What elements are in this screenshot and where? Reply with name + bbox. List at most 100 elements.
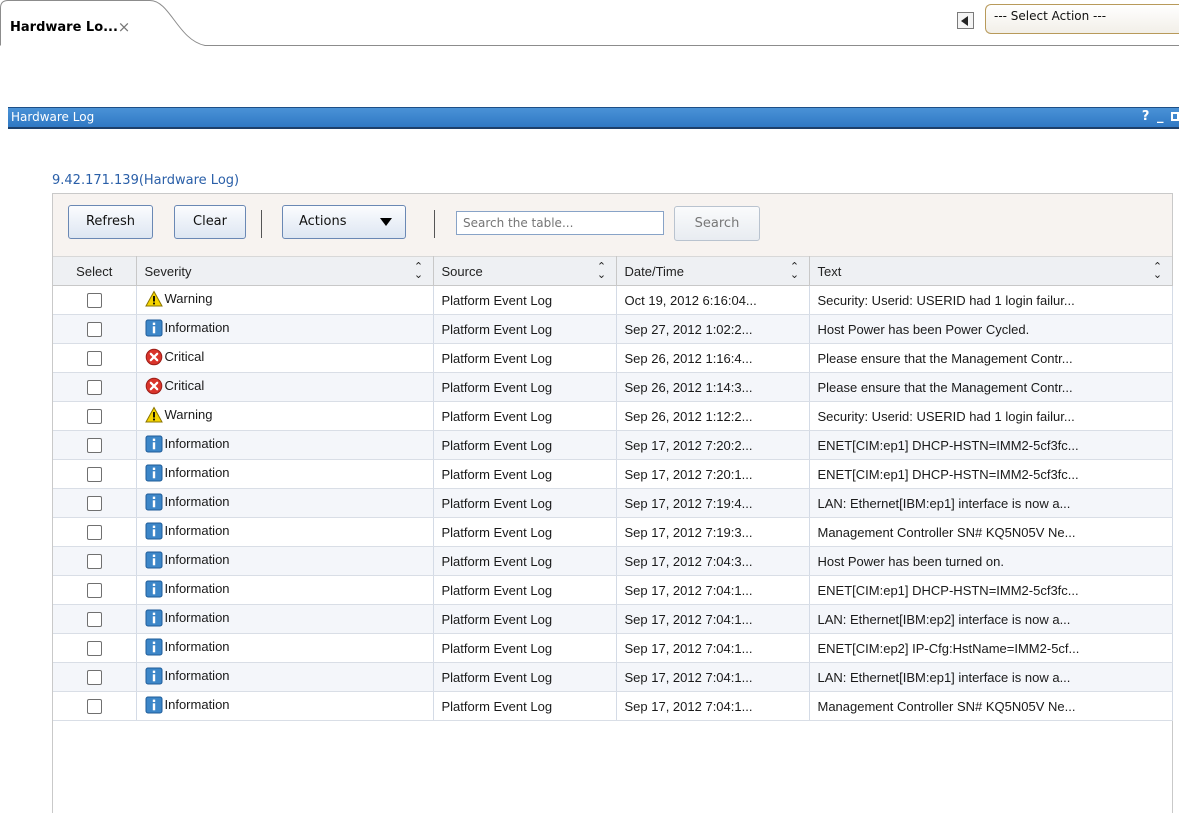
sort-icon[interactable]: ⌃ ⌄ <box>1153 262 1163 281</box>
datetime-cell: Sep 17, 2012 7:04:3... <box>616 546 810 576</box>
table-row[interactable]: Warning Platform Event Log Oct 19, 2012 6:… <box>53 285 1173 315</box>
select-action-dropdown[interactable]: --- Select Action --- <box>985 4 1179 34</box>
row-checkbox[interactable] <box>86 525 102 541</box>
row-checkbox[interactable] <box>86 612 102 628</box>
column-header-datetime[interactable]: Date/Time ⌃ ⌄ <box>616 256 810 286</box>
table-row[interactable]: Information Platform Event Log Sep 17, 201… <box>53 633 1173 663</box>
table-row[interactable]: Information Platform Event Log Sep 17, 201… <box>53 604 1173 634</box>
row-checkbox[interactable] <box>86 322 102 338</box>
table-row[interactable]: Information Platform Event Log Sep 27, 201… <box>53 314 1173 344</box>
source-cell: Platform Event Log <box>433 488 617 518</box>
information-icon <box>145 638 162 655</box>
select-cell <box>53 343 137 373</box>
severity-label: Information <box>164 523 230 538</box>
row-checkbox[interactable] <box>86 293 102 309</box>
table-row[interactable]: Information Platform Event Log Sep 17, 201… <box>53 575 1173 605</box>
text-cell: ENET[CIM:ep1] DHCP-HSTN=IMM2-5cf3fc... <box>809 459 1173 489</box>
select-cell <box>53 633 137 663</box>
portlet-controls: ? _ <box>1139 109 1179 124</box>
clear-button[interactable]: Clear <box>174 205 246 239</box>
table-row[interactable]: Information Platform Event Log Sep 17, 201… <box>53 459 1173 489</box>
portlet-title: Hardware Log <box>11 110 95 124</box>
severity-cell: Information <box>136 430 434 460</box>
information-icon <box>145 493 162 510</box>
sort-icon[interactable]: ⌃ ⌄ <box>414 262 424 281</box>
severity-label: Information <box>164 610 230 625</box>
source-cell: Platform Event Log <box>433 633 617 663</box>
table-row[interactable]: Information Platform Event Log Sep 17, 201… <box>53 546 1173 576</box>
row-checkbox[interactable] <box>86 699 102 715</box>
severity-label: Warning <box>164 291 213 306</box>
severity-cell: Information <box>136 546 434 576</box>
refresh-button[interactable]: Refresh <box>68 205 153 239</box>
row-checkbox[interactable] <box>86 409 102 425</box>
column-header-severity[interactable]: Severity ⌃ ⌄ <box>136 256 434 286</box>
severity-cell: Information <box>136 633 434 663</box>
severity-cell: Information <box>136 575 434 605</box>
table-header-row: Select Severity ⌃ ⌄ Source ⌃ ⌄ Date/Time ⌃ ⌄ T… <box>53 256 1173 286</box>
datetime-cell: Sep 17, 2012 7:04:1... <box>616 633 810 663</box>
row-checkbox[interactable] <box>86 438 102 454</box>
row-checkbox[interactable] <box>86 583 102 599</box>
sort-icon[interactable]: ⌃ ⌄ <box>597 262 607 281</box>
row-checkbox[interactable] <box>86 496 102 512</box>
datetime-cell: Sep 17, 2012 7:04:1... <box>616 575 810 605</box>
table-row[interactable]: Information Platform Event Log Sep 17, 201… <box>53 488 1173 518</box>
table-row[interactable]: Information Platform Event Log Sep 17, 201… <box>53 662 1173 692</box>
search-input[interactable] <box>456 211 664 235</box>
select-cell <box>53 691 137 721</box>
row-checkbox[interactable] <box>86 670 102 686</box>
table-row[interactable]: Information Platform Event Log Sep 17, 201… <box>53 430 1173 460</box>
column-header-source[interactable]: Source ⌃ ⌄ <box>433 256 617 286</box>
severity-label: Information <box>164 697 230 712</box>
close-icon[interactable]: × <box>117 20 131 35</box>
row-checkbox[interactable] <box>86 641 102 657</box>
table-row[interactable]: Warning Platform Event Log Sep 26, 2012 1:… <box>53 401 1173 431</box>
row-checkbox[interactable] <box>86 554 102 570</box>
severity-label: Information <box>164 436 230 451</box>
text-cell: ENET[CIM:ep1] DHCP-HSTN=IMM2-5cf3fc... <box>809 575 1173 605</box>
source-cell: Platform Event Log <box>433 546 617 576</box>
information-icon <box>145 667 162 684</box>
information-icon <box>145 435 162 452</box>
datetime-cell: Sep 17, 2012 7:19:3... <box>616 517 810 547</box>
severity-cell: Information <box>136 662 434 692</box>
toolbar-divider <box>261 210 262 238</box>
minimize-icon[interactable]: _ <box>1157 109 1164 124</box>
source-cell: Platform Event Log <box>433 459 617 489</box>
row-checkbox[interactable] <box>86 380 102 396</box>
table-body: Warning Platform Event Log Oct 19, 2012 6:… <box>53 285 1173 721</box>
arrow-left-icon <box>961 16 968 26</box>
maximize-icon[interactable] <box>1171 112 1179 121</box>
select-cell <box>53 575 137 605</box>
column-label: Text <box>817 263 842 279</box>
table-row[interactable]: Information Platform Event Log Sep 17, 201… <box>53 691 1173 721</box>
sort-icon[interactable]: ⌃ ⌄ <box>790 262 800 281</box>
datetime-cell: Sep 17, 2012 7:04:1... <box>616 662 810 692</box>
select-cell <box>53 604 137 634</box>
help-icon[interactable]: ? <box>1142 109 1150 124</box>
scroll-left-button[interactable] <box>957 12 974 29</box>
actions-menu-button[interactable]: Actions <box>282 205 406 239</box>
datetime-cell: Sep 17, 2012 7:19:4... <box>616 488 810 518</box>
information-icon <box>145 522 162 539</box>
table-row[interactable]: Information Platform Event Log Sep 17, 201… <box>53 517 1173 547</box>
breadcrumb[interactable]: 9.42.171.139(Hardware Log) <box>52 173 239 188</box>
text-cell: LAN: Ethernet[IBM:ep1] interface is now … <box>809 662 1173 692</box>
severity-cell: Information <box>136 314 434 344</box>
source-cell: Platform Event Log <box>433 691 617 721</box>
severity-cell: Information <box>136 604 434 634</box>
table-row[interactable]: Critical Platform Event Log Sep 26, 2012 1… <box>53 343 1173 373</box>
source-cell: Platform Event Log <box>433 314 617 344</box>
column-header-text[interactable]: Text ⌃ ⌄ <box>809 256 1173 286</box>
search-button[interactable]: Search <box>674 206 760 241</box>
select-cell <box>53 488 137 518</box>
select-cell <box>53 401 137 431</box>
row-checkbox[interactable] <box>86 351 102 367</box>
actions-label: Actions <box>299 214 347 229</box>
table-row[interactable]: Critical Platform Event Log Sep 26, 2012 1… <box>53 372 1173 402</box>
column-label: Source <box>441 263 483 279</box>
text-cell: Host Power has been Power Cycled. <box>809 314 1173 344</box>
hardware-log-table: Select Severity ⌃ ⌄ Source ⌃ ⌄ Date/Time ⌃ ⌄ T… <box>53 256 1173 721</box>
row-checkbox[interactable] <box>86 467 102 483</box>
